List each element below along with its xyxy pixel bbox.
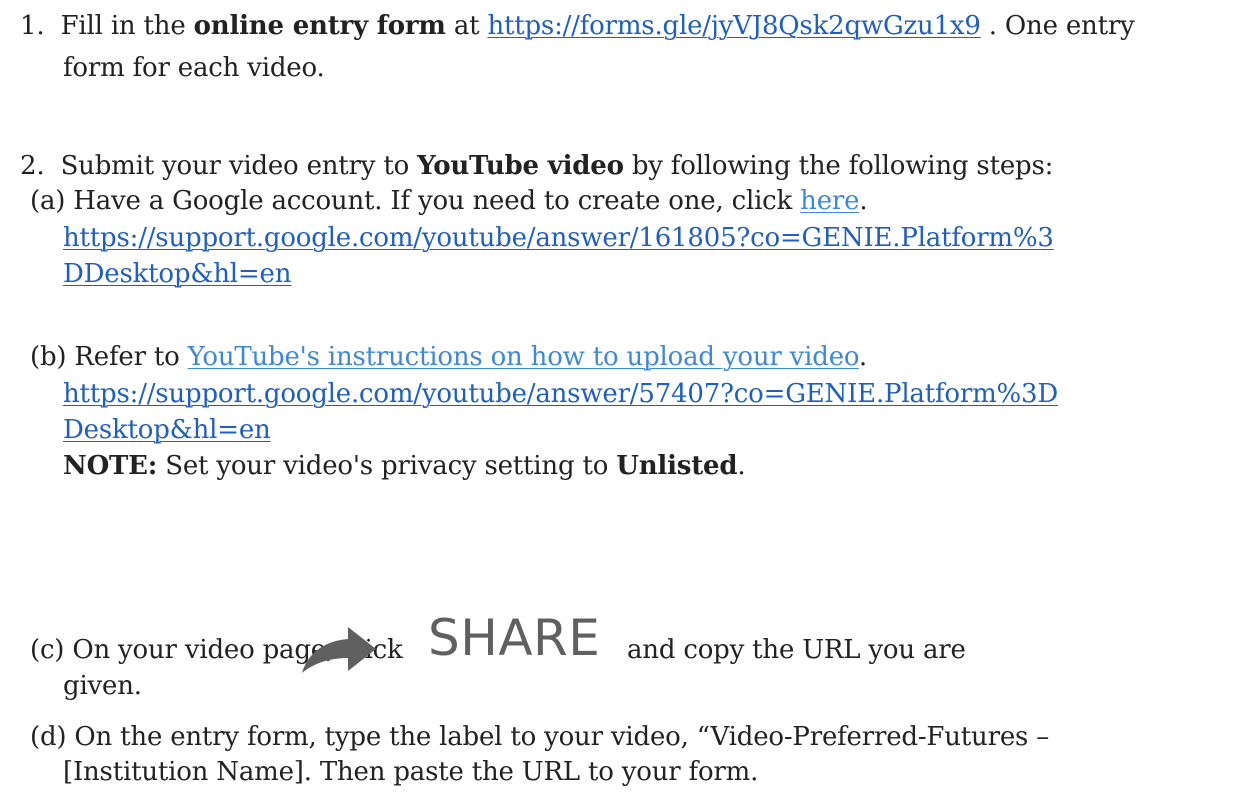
item-1-text-after: . One entry	[980, 11, 1135, 41]
instructions-page: 1. Fill in the online entry form at http…	[0, 0, 1250, 794]
step-b-note: NOTE: Set your video's privacy setting t…	[63, 448, 746, 484]
youtube-video-label: YouTube video	[417, 151, 624, 181]
step-a-text: Have a Google account. If you need to cr…	[73, 186, 801, 216]
step-b-period: .	[858, 342, 867, 372]
item-1-text-mid: at	[445, 11, 488, 41]
note-text: Set your video's privacy setting to	[157, 451, 617, 481]
entry-form-link[interactable]: https://forms.gle/jyVJ8Qsk2qwGzu1x9	[487, 11, 980, 41]
item-2-number: 2.	[20, 151, 45, 181]
step-b-url-line-1: https://support.google.com/youtube/answe…	[63, 376, 1058, 412]
upload-url-link-cont[interactable]: Desktop&hl=en	[63, 415, 271, 445]
step-c-line-2: given.	[63, 671, 142, 701]
upload-url-link[interactable]: https://support.google.com/youtube/answe…	[63, 379, 1058, 409]
step-a-url-line-1: https://support.google.com/youtube/answe…	[63, 220, 1054, 256]
online-entry-form-label: online entry form	[193, 11, 446, 41]
step-b-url-line-2: Desktop&hl=en	[63, 412, 271, 448]
google-account-url-link-cont[interactable]: DDesktop&hl=en	[63, 259, 291, 289]
step-d-line-1: (d) On the entry form, type the label to…	[30, 719, 1049, 755]
item-1-text: Fill in the	[60, 11, 194, 41]
item-2-text-after: by following the following steps:	[623, 151, 1054, 181]
item-2-line-1: 2. Submit your video entry to YouTube vi…	[20, 148, 1053, 184]
step-d-text: On the entry form, type the label to you…	[74, 722, 1050, 752]
step-a-period: .	[859, 186, 868, 216]
item-1-line-2: form for each video.	[63, 53, 325, 83]
note-end: .	[737, 451, 746, 481]
item-1-line-1: 1. Fill in the online entry form at http…	[20, 8, 1135, 44]
step-b-text: Refer to	[74, 342, 188, 372]
share-button-label: SHARE	[428, 609, 601, 667]
item-2-text: Submit your video entry to	[60, 151, 418, 181]
note-label: NOTE:	[63, 451, 158, 481]
google-account-url-link[interactable]: https://support.google.com/youtube/answe…	[63, 223, 1054, 253]
unlisted-label: Unlisted	[616, 451, 738, 481]
upload-instructions-link[interactable]: YouTube's instructions on how to upload …	[188, 342, 859, 372]
item-1-number: 1.	[20, 11, 45, 41]
share-arrow-icon	[302, 627, 376, 673]
step-b-label: (b)	[30, 342, 67, 372]
create-account-here-link[interactable]: here	[800, 186, 859, 216]
step-a-url-line-2: DDesktop&hl=en	[63, 256, 291, 292]
step-b-line-1: (b) Refer to YouTube's instructions on h…	[30, 339, 867, 375]
step-c-label: (c)	[30, 635, 65, 665]
step-d-line-2: [Institution Name]. Then paste the URL t…	[63, 757, 759, 787]
step-a-line-1: (a) Have a Google account. If you need t…	[30, 183, 868, 219]
step-c-text-after: and copy the URL you are	[627, 635, 966, 665]
step-a-label: (a)	[30, 186, 66, 216]
step-d-label: (d)	[30, 722, 67, 752]
